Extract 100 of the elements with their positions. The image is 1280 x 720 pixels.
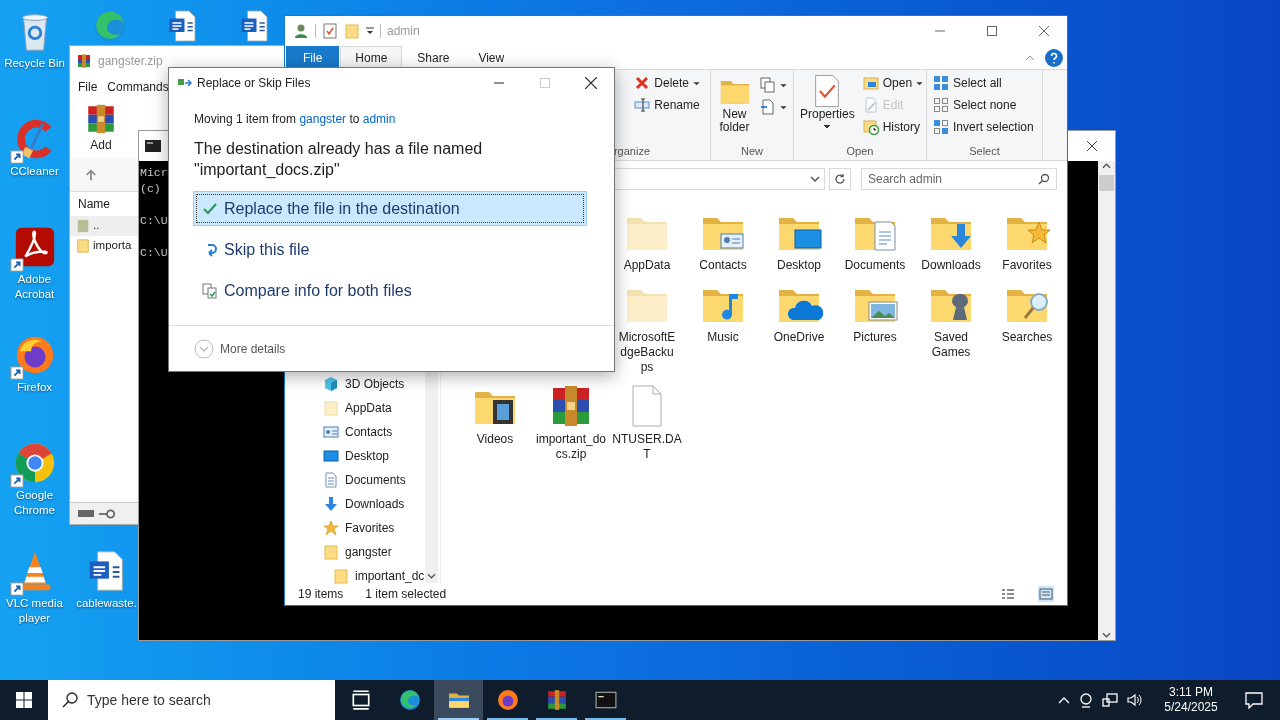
column-header[interactable]: Name — [78, 195, 110, 213]
ribbon-button[interactable]: Invert selection — [933, 118, 1034, 136]
search-field[interactable]: Type here to search — [48, 680, 335, 720]
menu-item[interactable]: Commands — [107, 78, 169, 96]
scroll-thumb[interactable] — [1099, 175, 1114, 191]
console-icon — [145, 140, 161, 152]
folder-icon — [344, 23, 360, 39]
nav-item[interactable]: AppData — [285, 396, 440, 420]
folder-link[interactable]: admin — [362, 112, 396, 126]
console-icon — [594, 689, 617, 711]
file-row[interactable]: .. — [70, 216, 138, 236]
ribbon-button[interactable]: Rename — [634, 96, 700, 114]
caret-icon — [780, 82, 787, 88]
rename-icon — [634, 97, 651, 113]
dialog-title: Replace or Skip Files — [197, 75, 311, 92]
tiles-view-button[interactable] — [1038, 586, 1054, 602]
scroll-down-icon — [1102, 632, 1111, 638]
windows-logo-icon — [16, 692, 32, 708]
ribbon-group-label: rganize — [613, 143, 650, 159]
window-title: admin — [387, 23, 420, 40]
dropdown-icon — [366, 27, 374, 35]
file-item[interactable]: Searches — [989, 280, 1065, 375]
file-item[interactable]: Music — [685, 280, 761, 375]
ribbon-button[interactable]: New folder — [717, 74, 752, 134]
file-item[interactable]: Pictures — [837, 280, 913, 375]
caret-icon — [780, 104, 787, 110]
status-text: 1 item selected — [365, 586, 447, 603]
archive-icon — [545, 689, 568, 711]
maximize-icon — [540, 78, 550, 88]
taskbar-app[interactable] — [434, 680, 483, 720]
nav-item[interactable]: Desktop — [285, 444, 440, 468]
file-item[interactable]: Downloads — [913, 208, 989, 273]
collapse-ribbon-icon — [1025, 54, 1035, 61]
select-none-icon — [933, 97, 949, 113]
ribbon-button[interactable] — [760, 76, 787, 94]
ribbon-tab[interactable]: View — [464, 46, 519, 69]
file-item[interactable]: Favorites — [989, 208, 1065, 273]
dialog-summary: Moving 1 item from gangster to admin — [194, 111, 397, 128]
file-item[interactable]: NTUSER.DAT — [609, 382, 685, 462]
ribbon-tab[interactable]: Share — [403, 46, 464, 69]
file-item[interactable]: important_docs.zip — [533, 382, 609, 462]
file-row[interactable]: importa — [70, 236, 138, 256]
file-item[interactable]: Saved Games — [913, 280, 989, 375]
nav-item[interactable]: gangster — [285, 540, 440, 564]
file-item[interactable]: Documents — [837, 208, 913, 273]
more-details-button[interactable]: More details — [194, 338, 286, 359]
file-item[interactable]: Contacts — [685, 208, 761, 273]
option-button[interactable]: Skip this file — [193, 232, 587, 267]
toolbar-button[interactable]: Add — [84, 102, 118, 154]
window-title: gangster.zip — [98, 53, 163, 70]
select-all-icon — [933, 75, 949, 91]
console-line: C:\U — [140, 213, 168, 229]
ribbon-button[interactable] — [760, 98, 787, 116]
folder-icon — [76, 238, 90, 254]
nav-item[interactable]: important_dc — [285, 564, 440, 588]
ribbon-group-label: Select — [969, 143, 1000, 159]
copy-pages-icon — [760, 77, 776, 93]
status-text: 19 items — [298, 586, 344, 603]
file-item[interactable]: Desktop — [761, 208, 837, 273]
scrollbar[interactable] — [1098, 161, 1115, 640]
scroll-up-icon — [1102, 163, 1111, 169]
document-icon — [323, 472, 339, 488]
nav-item[interactable]: 3D Objects — [285, 372, 440, 396]
ribbon-button[interactable]: Delete — [634, 74, 700, 92]
task-view-icon — [349, 689, 372, 711]
details-view-button[interactable] — [1000, 586, 1016, 602]
drive-icon — [78, 509, 94, 518]
nav-item[interactable]: Favorites — [285, 516, 440, 540]
ribbon-group-label: New — [741, 143, 763, 159]
maximize-icon — [987, 26, 997, 36]
file-item[interactable]: OneDrive — [761, 280, 837, 375]
ribbon-button[interactable]: Properties — [800, 74, 855, 129]
properties-check-icon — [322, 23, 338, 39]
ribbon-button[interactable]: History — [862, 118, 924, 136]
nav-item[interactable]: Documents — [285, 468, 440, 492]
ribbon-tab[interactable]: File — [286, 46, 340, 69]
running-indicator — [585, 718, 626, 720]
nav-item[interactable]: Downloads — [285, 492, 440, 516]
ribbon-button[interactable]: Select all — [933, 74, 1034, 92]
running-indicator — [487, 718, 528, 720]
caret-icon — [916, 80, 924, 86]
ribbon-tab[interactable]: Home — [340, 46, 403, 69]
file-item[interactable]: Videos — [457, 382, 533, 462]
folder-link[interactable]: gangster — [299, 112, 347, 126]
refresh-button[interactable] — [829, 167, 851, 190]
nav-item[interactable]: Contacts — [285, 420, 440, 444]
up-arrow-icon — [84, 167, 98, 182]
scroll-down-icon — [427, 573, 436, 579]
flame-globe-icon — [496, 689, 519, 711]
option-button[interactable]: Replace the file in the destination — [193, 191, 587, 226]
console-line: Micr — [140, 165, 168, 181]
menu-item[interactable]: File — [78, 78, 98, 96]
search-field[interactable]: Search admin — [861, 167, 1057, 190]
archive-icon — [76, 53, 92, 69]
chevron-circle-icon — [194, 338, 214, 359]
clock-date[interactable]: 5/24/2025 — [1164, 700, 1218, 715]
ribbon-button[interactable]: Open — [862, 74, 924, 92]
clock-time[interactable]: 3:11 PM — [1169, 685, 1213, 700]
option-button[interactable]: Compare info for both files — [193, 273, 587, 308]
ribbon-button[interactable]: Select none — [933, 96, 1034, 114]
